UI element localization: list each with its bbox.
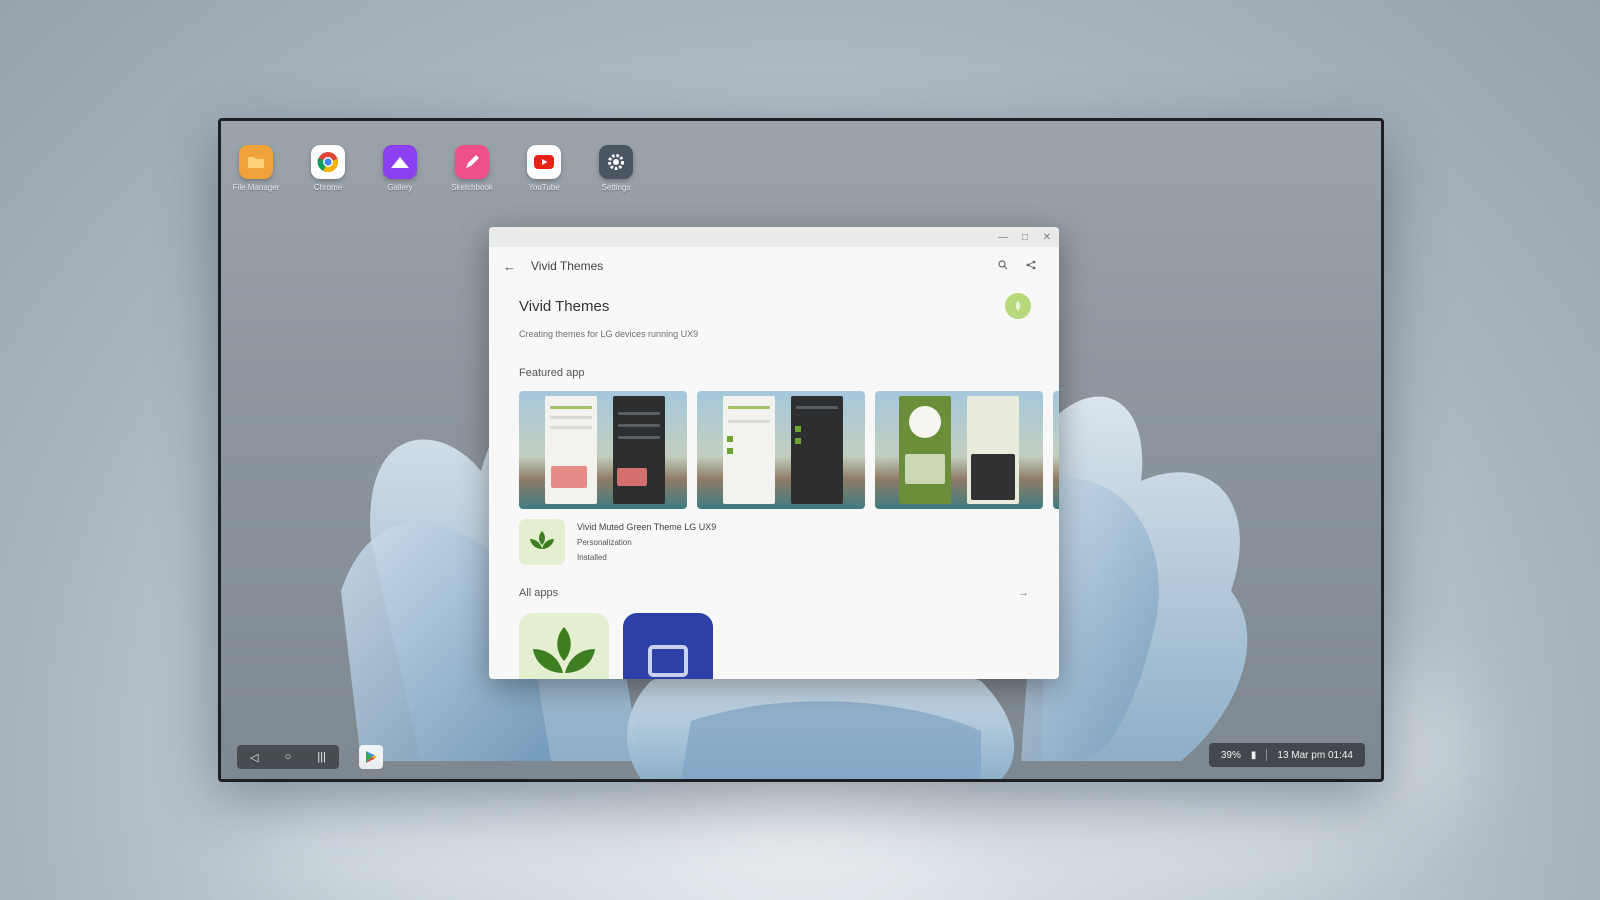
developer-name: Vivid Themes [519,297,610,315]
plant-icon [519,519,565,565]
screenshot-4-partial[interactable] [1053,391,1059,509]
navigation-bar: ◁ ○ ||| [237,745,339,769]
screenshot-2[interactable] [697,391,865,509]
featured-screenshots[interactable] [519,391,1059,509]
battery-icon: ▮ [1250,749,1257,761]
developer-header: Vivid Themes [519,293,1031,319]
date-time: 13 Mar pm 01:44 [1277,749,1353,761]
youtube-icon [527,145,561,179]
square-frame-icon [648,645,688,677]
minimize-icon[interactable]: — [997,232,1009,243]
share-icon[interactable] [1017,260,1045,273]
home-nav-icon[interactable]: ○ [285,751,292,763]
all-apps-title: All apps [519,587,559,599]
battery-level: 39% [1220,749,1241,761]
status-area[interactable]: 39% ▮ 13 Mar pm 01:44 [1208,743,1365,767]
desktop-icon-settings[interactable]: Settings [591,145,641,192]
desktop-icon-chrome[interactable]: Chrome [303,145,353,192]
phone-mockup-green [899,396,951,504]
developer-page-content: Vivid Themes Creating themes for LG devi… [489,293,1059,679]
phone-mockup-dark [613,396,665,504]
folder-icon [239,145,273,179]
app-tile-blue-theme[interactable] [623,613,713,679]
phone-mockup-keyboard [967,396,1019,504]
desktop-icon-youtube[interactable]: YouTube [519,145,569,192]
window-caption-bar: — □ ✕ [489,227,1059,247]
desktop-icon-gallery[interactable]: Gallery [375,145,425,192]
desktop-icon-sketchbook[interactable]: Sketchbook [447,145,497,192]
desktop-icon-file-manager[interactable]: File Manager [231,145,281,192]
featured-app-name: Vivid Muted Green Theme LG UX9 [577,521,717,532]
featured-app-category: Personalization [577,537,632,547]
maximize-icon[interactable]: □ [1019,232,1031,243]
monitor: File Manager Chrome Gallery Sketchbook Y… [218,118,1384,782]
recents-nav-icon[interactable]: ||| [317,751,326,763]
featured-app-item[interactable]: Vivid Muted Green Theme LG UX9 Personali… [519,519,1031,565]
divider [1266,749,1268,761]
desktop-screen: File Manager Chrome Gallery Sketchbook Y… [221,121,1381,779]
back-arrow-icon[interactable]: ← [503,259,531,274]
close-icon[interactable]: ✕ [1041,232,1053,243]
back-nav-icon[interactable]: ◁ [250,751,258,764]
chrome-icon [311,145,345,179]
arrow-right-icon[interactable]: → [1018,587,1029,599]
developer-description: Creating themes for LG devices running U… [519,329,699,339]
featured-section-title: Featured app [519,367,585,379]
phone-mockup-light [545,396,597,504]
developer-logo-icon [1005,293,1031,319]
play-store-icon[interactable] [359,745,383,769]
phone-mockup-light [723,396,775,504]
app-window: — □ ✕ ← Vivid Themes Vivid Themes Creati… [489,227,1059,679]
all-apps-header[interactable]: All apps → [519,587,1031,599]
phone-mockup-dark [791,396,843,504]
screenshot-1[interactable] [519,391,687,509]
all-apps-row [519,613,1031,679]
screenshot-3[interactable] [875,391,1043,509]
app-tile-green-theme[interactable] [519,613,609,679]
pen-icon [455,145,489,179]
gear-icon [599,145,633,179]
desktop-icons: File Manager Chrome Gallery Sketchbook Y… [231,145,641,192]
plant-icon [533,627,595,673]
app-bar-title: Vivid Themes [531,259,604,273]
search-icon[interactable] [989,259,1017,273]
featured-app-status: Installed [577,552,607,562]
app-bar: ← Vivid Themes [489,247,1059,285]
gallery-icon [383,145,417,179]
